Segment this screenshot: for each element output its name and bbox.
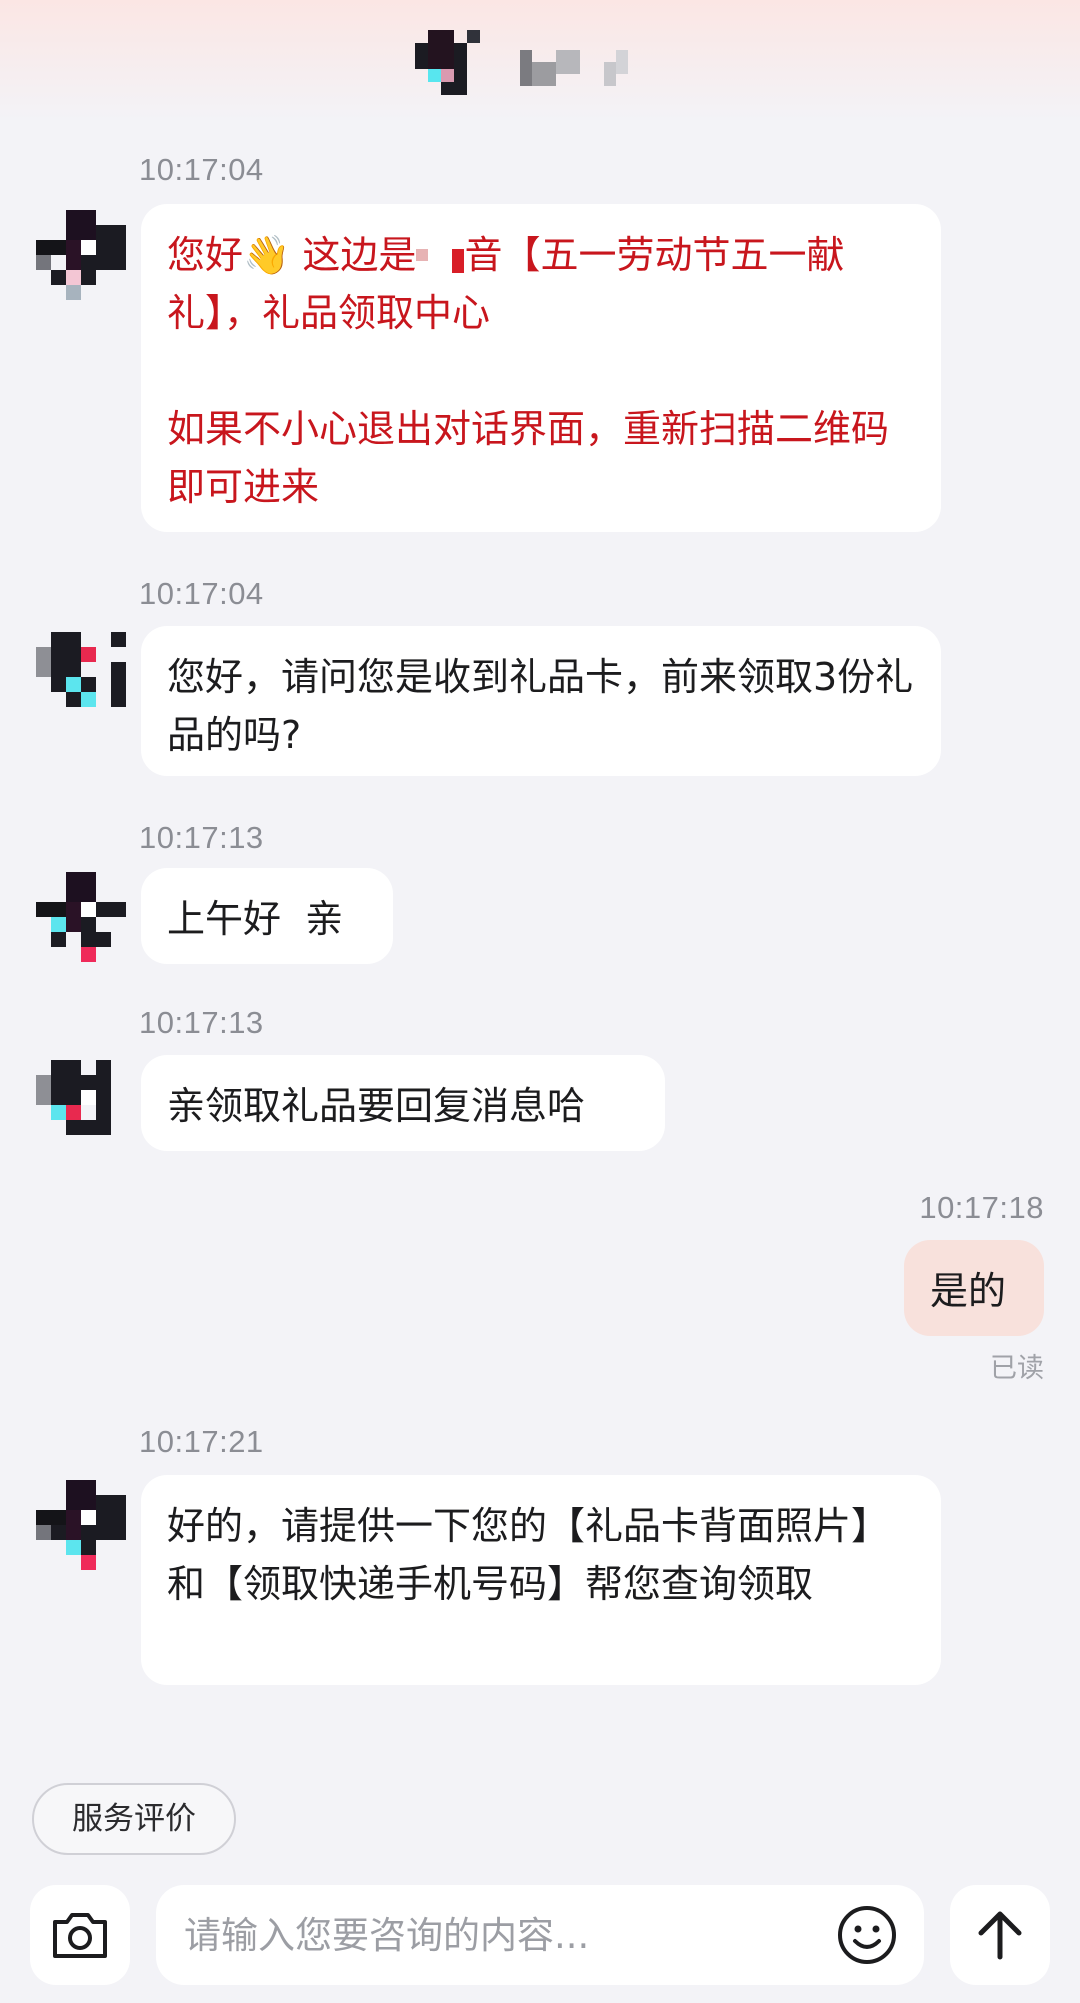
emoji-button[interactable] — [836, 1904, 898, 1966]
message-text: 好的，请提供一下您的【礼品卡背面照片】 和【领取快递手机号码】帮您查询领取 — [167, 1504, 890, 1606]
chat-header — [0, 0, 1080, 120]
message-text: 是的 — [930, 1269, 1007, 1313]
message-text: 亲领取礼品要回复消息哈 — [167, 1084, 586, 1128]
message-timestamp: 10:17:13 — [139, 820, 264, 855]
message-timestamp: 10:17:21 — [139, 1424, 264, 1459]
message-text-part: 这边是 — [290, 233, 417, 277]
message-bubble: 上午好 亲 — [141, 868, 393, 964]
agent-avatar[interactable] — [36, 210, 126, 300]
message-timestamp: 10:17:04 — [139, 152, 264, 187]
message-text: 上午好 亲 — [167, 897, 344, 941]
agent-avatar[interactable] — [36, 1480, 126, 1570]
agent-avatar[interactable] — [36, 632, 126, 722]
arrow-up-icon — [978, 1911, 1022, 1960]
send-button[interactable] — [950, 1885, 1050, 1985]
message-bubble: 您好，请问您是收到礼品卡，前来领取3份礼品的吗? — [141, 626, 941, 776]
message-text-part: 您好 — [167, 233, 244, 277]
message-text: 您好，请问您是收到礼品卡，前来领取3份礼品的吗? — [167, 655, 914, 757]
message-timestamp: 10:17:18 — [919, 1190, 1044, 1225]
camera-icon — [53, 1913, 107, 1958]
service-rating-button[interactable]: 服务评价 — [32, 1783, 236, 1855]
message-bubble: 您好👋 这边是 音【五一劳动节五一献礼】，礼品领取中心 如果不小心退出对话界面，重… — [141, 204, 941, 532]
message-bubble: 好的，请提供一下您的【礼品卡背面照片】 和【领取快递手机号码】帮您查询领取 — [141, 1475, 941, 1685]
read-status: 已读 — [990, 1353, 1044, 1384]
message-input[interactable] — [156, 1885, 924, 1985]
camera-button[interactable] — [30, 1885, 130, 1985]
wave-emoji: 👋 — [243, 233, 291, 277]
my-message-bubble: 是的 — [904, 1240, 1044, 1336]
message-bubble: 亲领取礼品要回复消息哈 — [141, 1055, 665, 1151]
chat-screen: 10:17:04 您好👋 这边是 音【五一劳动节五一献礼】，礼品领取中心 如果不小… — [0, 0, 1080, 2003]
message-timestamp: 10:17:13 — [139, 1005, 264, 1040]
contact-avatar[interactable] — [412, 30, 496, 108]
agent-avatar[interactable] — [36, 1060, 126, 1150]
contact-name-censored — [520, 50, 628, 86]
message-text: 您好👋 这边是 音【五一劳动节五一献礼】，礼品领取中心 — [167, 226, 915, 342]
message-text: 如果不小心退出对话界面，重新扫描二维码即可进来 — [167, 407, 890, 509]
agent-avatar[interactable] — [36, 872, 126, 962]
message-timestamp: 10:17:04 — [139, 576, 264, 611]
smiley-icon — [838, 1906, 896, 1964]
censored-text-block — [416, 249, 465, 273]
